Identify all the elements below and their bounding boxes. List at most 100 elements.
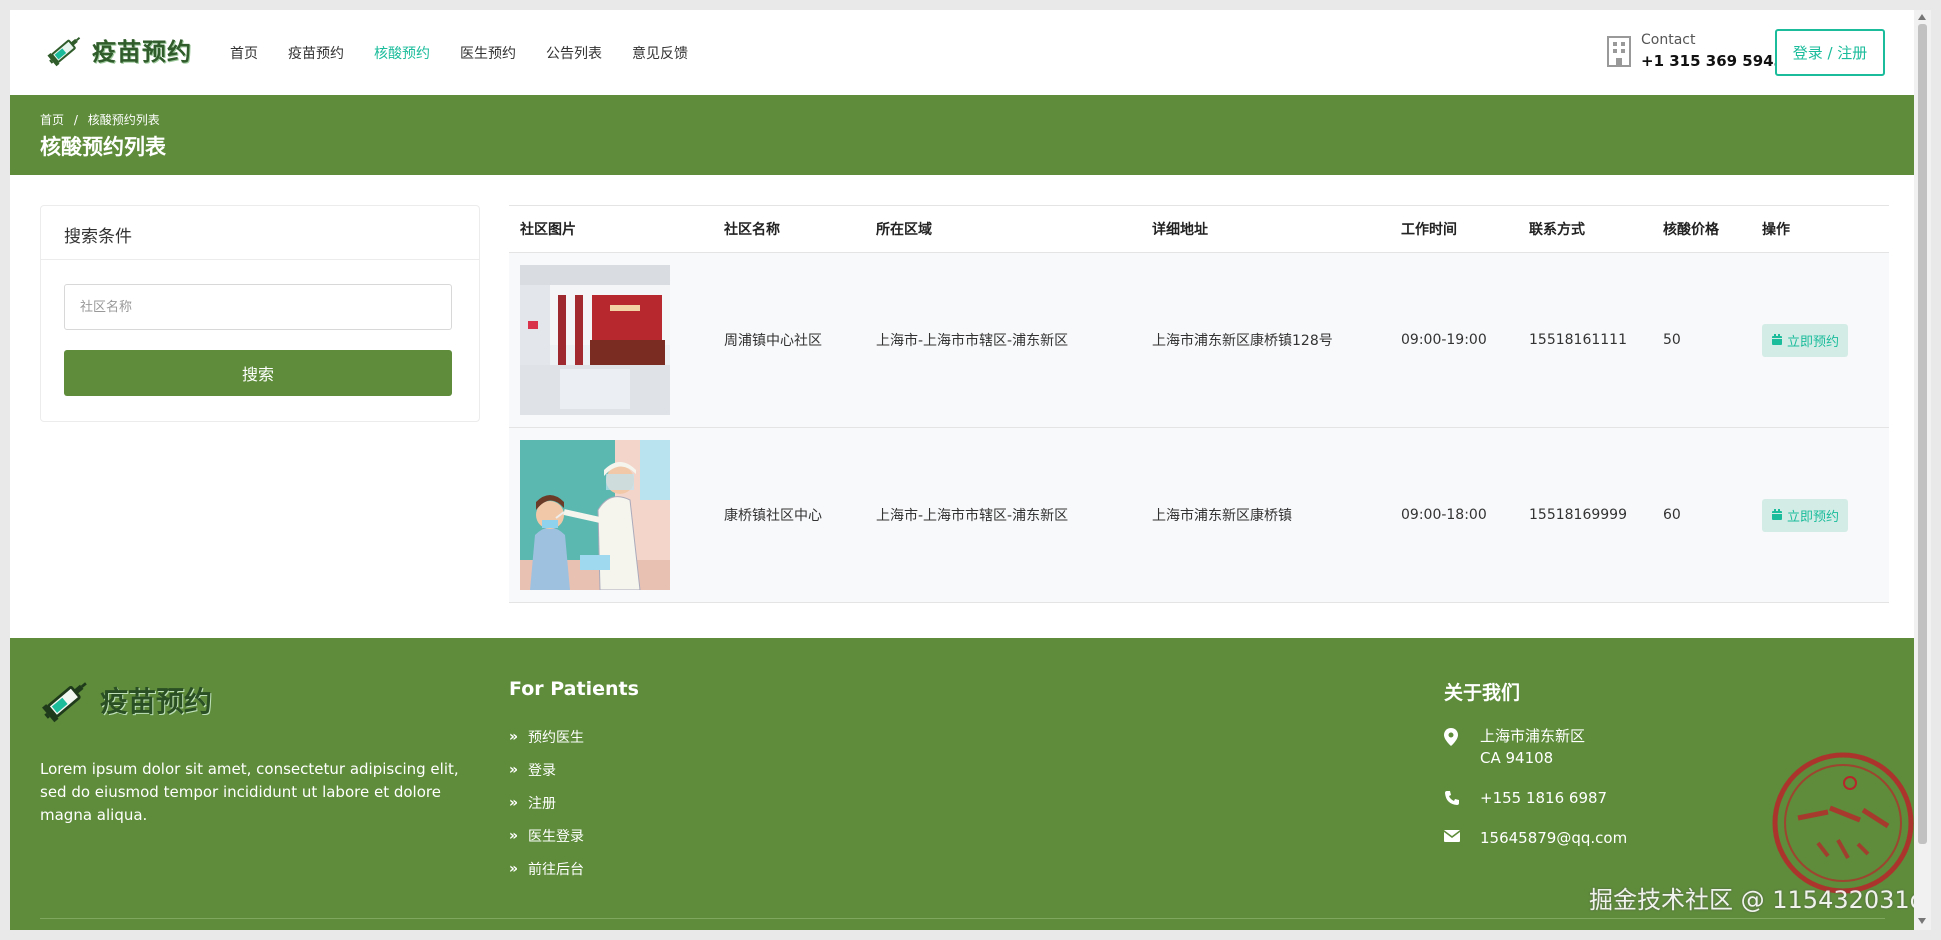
footer-description: Lorem ipsum dolor sit amet, consectetur … [40,760,459,824]
book-now-button[interactable]: 立即预约 [1762,498,1849,532]
email-item: 15645879@qq.com [1444,827,1627,849]
address-line1: 上海市浦东新区 [1480,727,1586,745]
column-header: 社区名称 [724,222,780,238]
main-nav: 首页 疫苗预约 核酸预约 医生预约 公告列表 意见反馈 [230,43,718,63]
community-region: 上海市-上海市市辖区-浦东新区 [876,508,1069,524]
address-line2: CA 94108 [1480,749,1554,767]
search-button[interactable]: 搜索 [64,350,452,396]
search-panel-title: 搜索条件 [41,206,479,260]
community-address: 上海市浦东新区康桥镇 [1152,508,1292,524]
envelope-icon [1444,830,1460,842]
scroll-up-icon[interactable] [1918,14,1926,20]
column-header: 操作 [1762,222,1790,238]
clinic-lobby-photo[interactable] [520,265,670,415]
footer-link-label: 登录 [528,762,557,779]
community-name-input[interactable] [64,284,452,330]
working-hours: 09:00-18:00 [1401,507,1487,523]
watermark-text: 掘金技术社区 @ 115432031q [1589,886,1925,914]
footer-phone: +155 1816 6987 [1480,789,1608,807]
working-hours: 09:00-19:00 [1401,332,1487,348]
column-header: 联系方式 [1529,222,1585,238]
double-chevron-icon: » [509,860,519,877]
book-now-button[interactable]: 立即预约 [1762,323,1849,357]
footer-link-login[interactable]: » 登录 [509,753,639,786]
contact-phone: +1 315 369 5943 [1641,52,1785,70]
browser-viewport: 疫苗预约 首页 疫苗预约 核酸预约 医生预约 公告列表 意见反馈 Contact… [10,10,1914,930]
footer-link-label: 预约医生 [528,729,585,746]
contact-block: Contact +1 315 369 5943 [1605,32,1784,70]
contact-label: Contact [1641,32,1696,48]
seal-stamp-image [1772,752,1914,894]
community-image-cell [509,265,713,415]
patients-links: For Patients » 预约医生 » 登录 » 注册 » 医生登录 » 前往后台 [509,678,639,885]
syringe-icon [42,682,87,723]
footer-link-register[interactable]: » 注册 [509,786,639,819]
breadcrumb-current: 核酸预约列表 [87,113,160,127]
nucleic-test-illustration[interactable] [520,440,670,590]
column-header: 详细地址 [1152,222,1208,238]
nav-nucleic-booking[interactable]: 核酸预约 [374,43,430,63]
footer-link-book-doctor[interactable]: » 预约医生 [509,720,639,753]
community-image-cell [509,440,713,590]
book-now-label: 立即预约 [1787,334,1840,350]
login-register-button[interactable]: 登录 / 注册 [1775,29,1885,76]
table-header: 社区图片 社区名称 所在区域 详细地址 工作时间 联系方式 核酸价格 操作 [509,205,1889,253]
map-marker-icon [1444,728,1458,746]
contact-phone-cell: 15518161111 [1529,332,1627,348]
column-header: 所在区域 [876,222,932,238]
building-icon [1607,36,1631,67]
about-title: 关于我们 [1444,682,1521,704]
breadcrumb: 首页 / 核酸预约列表 [40,111,166,128]
nav-doctor-booking[interactable]: 医生预约 [460,43,516,63]
calendar-icon [1772,509,1782,520]
footer-link-label: 医生登录 [528,828,585,845]
footer-divider [40,918,1885,919]
footer-email[interactable]: 15645879@qq.com [1480,827,1627,849]
contact-phone-cell: 15518169999 [1529,507,1627,523]
address-item: 上海市浦东新区 CA 94108 [1444,725,1627,769]
footer-logo[interactable]: 疫苗预约 [40,676,212,724]
community-region: 上海市-上海市市辖区-浦东新区 [876,333,1069,349]
scrollbar-thumb[interactable] [1918,24,1927,844]
site-header: 疫苗预约 首页 疫苗预约 核酸预约 医生预约 公告列表 意见反馈 Contact… [10,10,1914,95]
vertical-scrollbar[interactable] [1914,10,1931,930]
footer-link-admin[interactable]: » 前往后台 [509,852,639,885]
footer-logo-text: 疫苗预约 [100,685,213,718]
nucleic-price: 60 [1663,507,1681,523]
patients-title: For Patients [509,678,639,700]
book-now-label: 立即预约 [1787,509,1840,525]
nav-home[interactable]: 首页 [230,43,258,63]
nav-feedback[interactable]: 意见反馈 [632,43,688,63]
double-chevron-icon: » [509,827,519,844]
double-chevron-icon: » [509,794,519,811]
nav-announcements[interactable]: 公告列表 [546,43,602,63]
table-row: 周浦镇中心社区 上海市-上海市市辖区-浦东新区 上海市浦东新区康桥镇128号 0… [509,253,1889,428]
column-header: 工作时间 [1401,222,1457,238]
logo-text: 疫苗预约 [92,38,192,66]
scroll-down-icon[interactable] [1918,918,1926,924]
column-header: 社区图片 [520,222,576,238]
footer-link-doctor-login[interactable]: » 医生登录 [509,819,639,852]
syringe-icon [47,36,81,66]
page-banner: 首页 / 核酸预约列表 核酸预约列表 [10,95,1914,175]
community-name: 周浦镇中心社区 [724,333,822,349]
calendar-icon [1772,334,1782,345]
breadcrumb-home[interactable]: 首页 [40,113,64,127]
page-title: 核酸预约列表 [40,135,166,159]
site-logo[interactable]: 疫苗预约 [46,32,192,67]
table-row: 康桥镇社区中心 上海市-上海市市辖区-浦东新区 上海市浦东新区康桥镇 09:00… [509,428,1889,603]
footer-link-label: 注册 [528,795,557,812]
action-cell: 立即预约 [1751,498,1889,532]
community-address: 上海市浦东新区康桥镇128号 [1152,333,1333,349]
about-us: 关于我们 上海市浦东新区 CA 94108 +155 1816 6987 156… [1444,678,1627,867]
community-table: 社区图片 社区名称 所在区域 详细地址 工作时间 联系方式 核酸价格 操作 周浦… [509,205,1889,603]
nav-vaccine-booking[interactable]: 疫苗预约 [288,43,344,63]
column-header: 核酸价格 [1663,222,1719,238]
double-chevron-icon: » [509,728,519,745]
action-cell: 立即预约 [1751,323,1889,357]
footer-link-label: 前往后台 [528,861,585,878]
search-panel: 搜索条件 搜索 [40,205,480,422]
phone-item: +155 1816 6987 [1444,787,1627,809]
double-chevron-icon: » [509,761,519,778]
nucleic-price: 50 [1663,332,1681,348]
